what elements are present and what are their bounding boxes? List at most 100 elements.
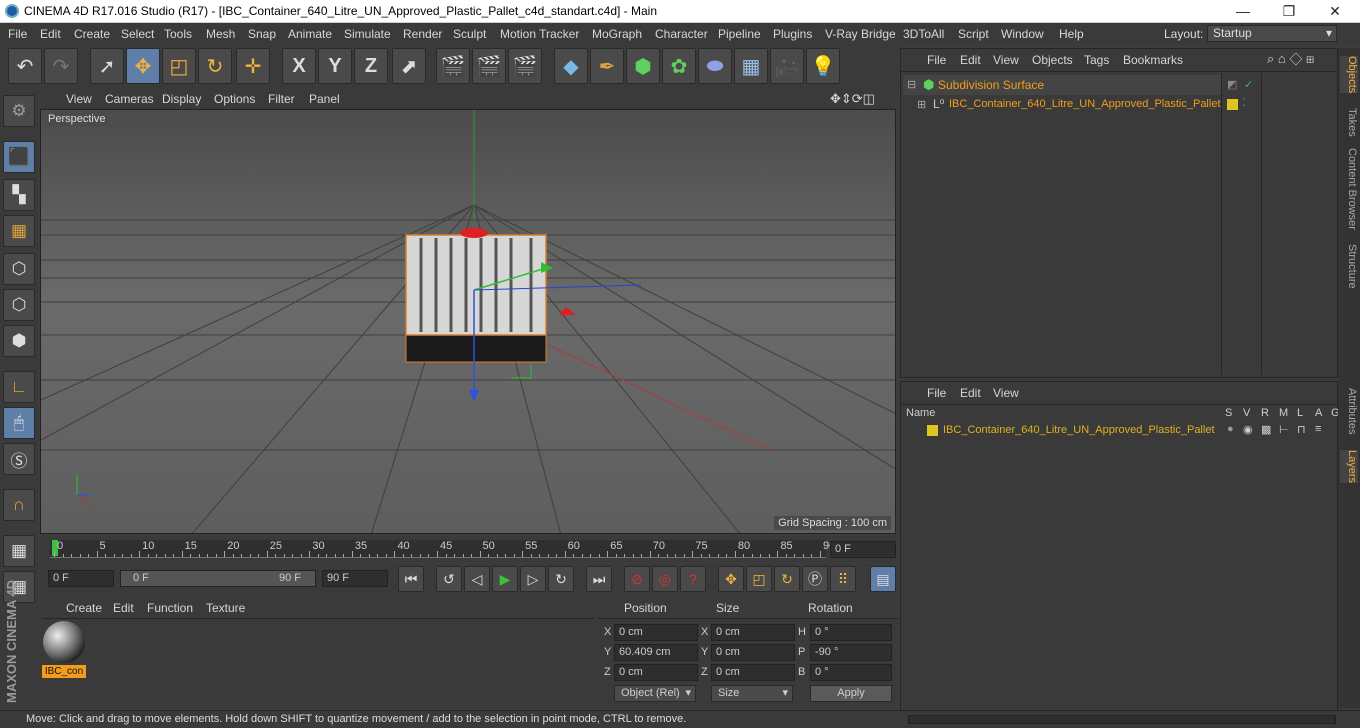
obj-menu-bookmarks[interactable]: Bookmarks — [1123, 53, 1183, 67]
render-settings-button[interactable]: 🎬 — [508, 48, 542, 84]
obj-search-nav-icons[interactable]: ⌕ ⌂ ◇ ⊞ — [1267, 51, 1314, 67]
mat-menu-edit[interactable]: Edit — [113, 601, 134, 615]
mat-menu-create[interactable]: Create — [66, 601, 102, 615]
undo-button[interactable]: ↶ — [8, 48, 42, 84]
rot-p-field[interactable]: -90 ° — [810, 644, 892, 661]
timeline-window-button[interactable]: ▤ — [870, 566, 896, 592]
menu-snap[interactable]: Snap — [248, 27, 276, 41]
timeline-ruler[interactable]: 051015202530354045505560657075808590 0 F — [40, 536, 898, 562]
current-frame-field[interactable]: 0 F — [830, 541, 896, 558]
ibc-container-model[interactable] — [405, 228, 547, 363]
tweak-mode-button[interactable]: 🖱 — [3, 407, 35, 439]
pos-z-field[interactable]: 0 cm — [614, 664, 698, 681]
autokey-button[interactable]: ◎ — [652, 566, 678, 592]
size-z-field[interactable]: 0 cm — [711, 664, 795, 681]
play-button[interactable]: ▶ — [492, 566, 518, 592]
menu-window[interactable]: Window — [1001, 27, 1044, 41]
object-row-ibc[interactable]: ⊞ L⁰ IBC_Container_640_Litre_UN_Approved… — [903, 95, 1221, 115]
tab-structure[interactable]: Structure — [1340, 244, 1358, 289]
tab-content-browser[interactable]: Content Browser — [1340, 148, 1358, 230]
layer-color-swatch[interactable] — [927, 425, 938, 436]
floor-button[interactable]: ▦ — [734, 48, 768, 84]
obj-menu-objects[interactable]: Objects — [1032, 53, 1073, 67]
snap-button[interactable]: ∩ — [3, 489, 35, 521]
collapse-icon[interactable]: ⊟ — [907, 78, 916, 91]
checkmark-icon[interactable]: ✓ — [1244, 78, 1253, 91]
menu-mesh[interactable]: Mesh — [206, 27, 235, 41]
menu-help[interactable]: Help — [1059, 27, 1084, 41]
ruler-track[interactable]: 051015202530354045505560657075808590 — [50, 540, 835, 558]
menu-simulate[interactable]: Simulate — [344, 27, 391, 41]
viewport-perspective[interactable]: Perspective Grid Spacing : 100 cm — [40, 109, 896, 534]
rot-b-field[interactable]: 0 ° — [810, 664, 892, 681]
menu-motion-tracker[interactable]: Motion Tracker — [500, 27, 579, 41]
subdivision-button[interactable]: ⬢ — [626, 48, 660, 84]
points-mode-button[interactable]: ⬡ — [3, 253, 35, 285]
menu-edit[interactable]: Edit — [40, 27, 61, 41]
eye-icon[interactable]: ◉ — [1243, 423, 1253, 436]
lock-icon[interactable]: ⊓ — [1297, 423, 1306, 436]
key-position-button[interactable]: ✥ — [718, 566, 744, 592]
cloner-button[interactable]: ✿ — [662, 48, 696, 84]
solo-dot-icon[interactable]: ● — [1227, 423, 1234, 435]
menu-select[interactable]: Select — [121, 27, 154, 41]
pos-y-field[interactable]: 60.409 cm — [614, 644, 698, 661]
menu-animate[interactable]: Animate — [288, 27, 332, 41]
object-row-subdivision[interactable]: ⊟ ⬢ Subdivision Surface — [903, 75, 1221, 95]
redo-button[interactable]: ↷ — [44, 48, 78, 84]
recent-tool-button[interactable]: ✛ — [236, 48, 270, 84]
menu-sculpt[interactable]: Sculpt — [453, 27, 486, 41]
layout-select[interactable]: Startup ▾ — [1207, 25, 1337, 42]
previous-key-button[interactable]: ↺ — [436, 566, 462, 592]
keyframe-selection-button[interactable]: ? — [680, 566, 706, 592]
menu-mograph[interactable]: MoGraph — [592, 27, 642, 41]
go-to-end-button[interactable]: ⏭ — [586, 566, 612, 592]
key-scale-button[interactable]: ◰ — [746, 566, 772, 592]
minimize-button[interactable]: — — [1220, 0, 1266, 23]
live-selection-button[interactable]: ➚ — [90, 48, 124, 84]
render-clapper-icon[interactable]: ▩ — [1261, 423, 1271, 436]
key-rotation-button[interactable]: ↻ — [774, 566, 800, 592]
apply-button[interactable]: Apply — [810, 685, 892, 702]
size-mode-select[interactable]: Size ▾ — [711, 685, 793, 702]
vp-menu-options[interactable]: Options — [214, 92, 255, 106]
visibility-dots-icon[interactable]: ⁚ — [1242, 96, 1246, 109]
maximize-button[interactable]: ❐ — [1266, 0, 1312, 23]
deformer-button[interactable]: ⬬ — [698, 48, 732, 84]
camera-button[interactable]: 🎥 — [770, 48, 804, 84]
menu-tools[interactable]: Tools — [164, 27, 192, 41]
menu-file[interactable]: File — [8, 27, 27, 41]
edges-mode-button[interactable]: ⬡ — [3, 289, 35, 321]
render-picture-viewer-button[interactable]: 🎬 — [472, 48, 506, 84]
pen-button[interactable]: ✒ — [590, 48, 624, 84]
go-to-start-button[interactable]: ⏮ — [398, 566, 424, 592]
material-item[interactable]: IBC_con — [42, 621, 86, 679]
key-parameter-button[interactable]: Ⓟ — [802, 566, 828, 592]
record-button[interactable]: ⊘ — [624, 566, 650, 592]
texture-mode-button[interactable]: ▚ — [3, 179, 35, 211]
tab-objects[interactable]: Objects — [1340, 56, 1358, 94]
y-axis-button[interactable]: Y — [318, 48, 352, 84]
key-pla-button[interactable]: ⠿ — [830, 566, 856, 592]
expand-icon[interactable]: ⊞ — [917, 98, 926, 111]
status-scrollbar[interactable] — [908, 715, 1336, 724]
layer-color-swatch[interactable] — [1227, 99, 1238, 110]
menu-3dtoall[interactable]: 3DToAll — [903, 27, 944, 41]
menu-pipeline[interactable]: Pipeline — [718, 27, 761, 41]
viewport-nav-icons[interactable]: ✥⇕⟳◫ — [830, 91, 875, 107]
solo-button[interactable]: Ⓢ — [3, 443, 35, 475]
z-axis-button[interactable]: Z — [354, 48, 388, 84]
light-button[interactable]: 💡 — [806, 48, 840, 84]
start-frame-field[interactable]: 0 F — [48, 570, 114, 587]
menu-character[interactable]: Character — [655, 27, 708, 41]
tab-layers[interactable]: Layers — [1340, 450, 1358, 484]
tab-takes[interactable]: Takes — [1340, 108, 1358, 137]
obj-menu-file[interactable]: File — [927, 53, 946, 67]
move-tool-button[interactable]: ✥ — [126, 48, 160, 84]
vp-menu-panel[interactable]: Panel — [309, 92, 340, 106]
vp-menu-view[interactable]: View — [66, 92, 92, 106]
vp-menu-display[interactable]: Display — [162, 92, 201, 106]
size-x-field[interactable]: 0 cm — [711, 624, 795, 641]
coord-mode-select[interactable]: Object (Rel) ▾ — [614, 685, 696, 702]
polygons-mode-button[interactable]: ⬢ — [3, 325, 35, 357]
